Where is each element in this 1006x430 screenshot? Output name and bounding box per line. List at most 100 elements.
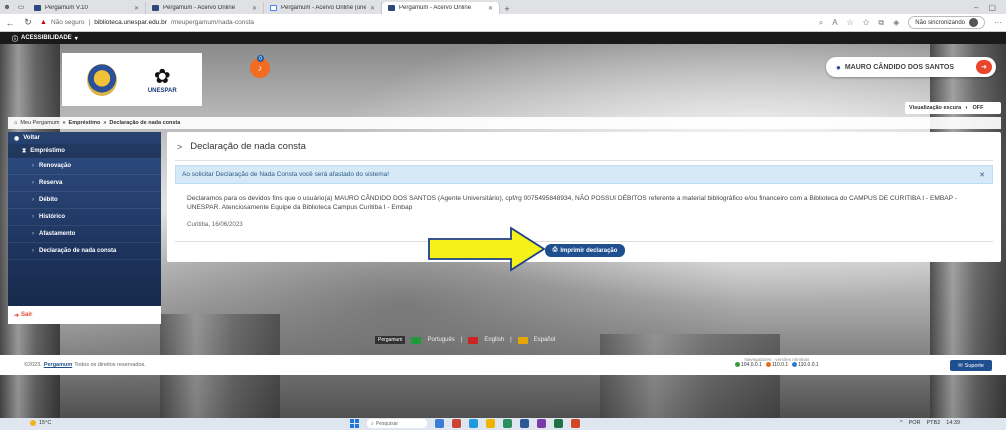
widgets-app-icon[interactable] [435, 419, 444, 428]
app-icon[interactable] [537, 419, 546, 428]
tray-up-icon[interactable]: ^ [900, 420, 903, 426]
language-english[interactable]: English [484, 337, 504, 343]
exit-button[interactable]: ➜ Sair [8, 306, 161, 324]
explorer-app-icon[interactable] [486, 419, 495, 428]
sidebar-item-debito[interactable]: › Débito [8, 192, 161, 209]
browser-tab[interactable]: Pergamum V.10 ✕ [28, 2, 146, 14]
address-bar: ← ↻ ▲ Não seguro | biblioteca.unespar.ed… [0, 14, 1006, 32]
url-field[interactable]: ▲ Não seguro | biblioteca.unespar.edu.br… [40, 19, 813, 26]
read-aloud-icon[interactable]: A [832, 18, 837, 27]
browser-toolbar-icons: ⌕ A ☆ ✩ ⧉ ◈ Não sincronizando ⋯ [819, 16, 1002, 29]
sidebar-item-label: Renovação [39, 163, 72, 169]
sidebar-item-label: Reserva [39, 180, 63, 186]
temperature: 15°C [39, 420, 52, 426]
tab-title: Pergamum V.10 [45, 5, 88, 11]
language-portugues[interactable]: Português [427, 337, 454, 343]
university-logo[interactable]: ✿ UNESPAR [62, 53, 202, 106]
sidebar-item-reserva[interactable]: › Reserva [8, 175, 161, 192]
weather-widget[interactable]: 15°C [30, 420, 51, 426]
close-icon[interactable]: ✕ [979, 171, 985, 179]
tab-title: Pergamum - Acervo Online [399, 5, 472, 11]
sidebar-group-label: Empréstimo [30, 148, 65, 154]
back-button[interactable]: ◉ Voltar [8, 132, 161, 144]
edge-app-icon[interactable] [469, 419, 478, 428]
more-options-icon[interactable]: ⋯ [994, 18, 1002, 27]
sidebar-item-label: Histórico [39, 214, 66, 220]
language-bar: Pergamum Português | English | Español [375, 334, 605, 346]
close-tab-icon[interactable]: ✕ [370, 5, 375, 12]
sidebar-item-afastamento[interactable]: › Afastamento [8, 226, 161, 243]
minimize-icon[interactable]: – [974, 3, 978, 12]
brazil-flag-icon [411, 336, 422, 344]
taskbar-search-placeholder: Pesquisar [375, 420, 399, 427]
sidebar-item-label: Débito [39, 197, 58, 203]
avatar [969, 18, 978, 27]
close-tab-icon[interactable]: ✕ [488, 5, 493, 12]
zoom-icon[interactable]: ⌕ [819, 18, 823, 28]
powerpoint-app-icon[interactable] [571, 419, 580, 428]
shield-icon[interactable]: ◈ [893, 18, 899, 27]
breadcrumb-section[interactable]: Empréstimo [69, 120, 101, 126]
sidebar-item-historico[interactable]: › Histórico [8, 209, 161, 226]
logo-text: UNESPAR [147, 87, 177, 94]
breadcrumb-current: Declaração de nada consta [109, 120, 181, 126]
chevron-right-icon: › [32, 197, 34, 203]
dark-mode-toggle[interactable]: Visualização escura ◐ OFF [905, 102, 1001, 114]
tab-title: Pergamum - Acervo Online (unes [281, 5, 366, 11]
chevron-right-icon: › [32, 163, 34, 169]
browser-tab[interactable]: Pergamum - Acervo Online (unes ✕ [264, 2, 382, 14]
home-icon: ⌂ [14, 120, 18, 126]
user-menu[interactable]: ● MAURO CÂNDIDO DOS SANTOS ➜ [826, 57, 996, 77]
unespar-mark-icon: ✿ [153, 65, 171, 88]
browser-tab-active[interactable]: Pergamum - Acervo Online ✕ [382, 2, 500, 14]
keyboard-layout: PTB2 [926, 420, 941, 426]
pergamum-favicon-icon [34, 5, 41, 11]
pergamum-link[interactable]: Pergamum [44, 362, 72, 368]
keyboard-language[interactable]: POR [909, 420, 921, 426]
logout-icon[interactable]: ➜ [976, 60, 992, 74]
support-button[interactable]: ✉ Suporte [950, 360, 992, 371]
sync-button[interactable]: Não sincronizando [908, 16, 985, 29]
app-icon[interactable] [452, 419, 461, 428]
chevron-right-icon: › [32, 231, 34, 237]
sidebar-item-renovacao[interactable]: › Renovação [8, 158, 161, 175]
url-host: biblioteca.unespar.edu.br [94, 19, 167, 26]
maximize-icon[interactable]: ▢ [988, 3, 996, 12]
declaration-text: Declaramos para os devidos fins que o us… [187, 195, 957, 211]
start-icon[interactable] [350, 419, 359, 428]
warning-alert: Ao solicitar Declaração de Nada Consta v… [175, 165, 993, 184]
back-icon[interactable]: ← [4, 18, 16, 28]
dark-mode-state: OFF [972, 105, 984, 111]
pergamum-favicon-icon [388, 5, 395, 11]
notifications-button[interactable]: ♪ 0 [250, 55, 270, 78]
collections-icon[interactable]: ⧉ [878, 18, 884, 28]
tab-actions-icon[interactable]: ▭ [14, 0, 28, 14]
excel-app-icon[interactable] [554, 419, 563, 428]
favorite-star-icon[interactable]: ☆ [847, 18, 854, 27]
printer-icon: ⎙ [552, 247, 558, 253]
print-label: Imprimir declaração [560, 247, 618, 254]
accessibility-bar[interactable]: ⓘ ACESSIBILIDADE ▾ [0, 32, 1006, 44]
annotation-arrow-icon [428, 226, 546, 272]
clock-time[interactable]: 14:39 [946, 420, 960, 426]
sidebar-item-label: Afastamento [39, 231, 76, 237]
profile-icon[interactable]: ☻ [0, 0, 14, 14]
sidebar-item-nada-consta[interactable]: › Declaração de nada consta [8, 243, 161, 260]
url-path: /meupergamum/nada-consta [170, 19, 254, 26]
language-espanol[interactable]: Español [534, 337, 556, 343]
breadcrumb-root[interactable]: Meu Pergamum [20, 120, 59, 126]
favorites-icon[interactable]: ✩ [863, 18, 870, 27]
warning-icon: ▲ [40, 19, 47, 26]
print-declaration-button[interactable]: ⎙ Imprimir declaração [545, 244, 625, 257]
security-label: Não seguro [50, 19, 85, 26]
new-tab-icon[interactable]: + [500, 4, 514, 14]
word-app-icon[interactable] [520, 419, 529, 428]
close-tab-icon[interactable]: ✕ [252, 5, 257, 12]
browser-tab[interactable]: Pergamum - Acervo Online ✕ [146, 2, 264, 14]
close-tab-icon[interactable]: ✕ [134, 5, 139, 12]
sidebar-group-emprestimo[interactable]: ⧗ Empréstimo [8, 144, 161, 158]
app-icon[interactable] [503, 419, 512, 428]
copyright-suffix: Todos os direitos reservados. [74, 362, 146, 368]
taskbar-search[interactable]: ⌕ Pesquisar [367, 419, 427, 428]
reload-icon[interactable]: ↻ [22, 17, 34, 28]
